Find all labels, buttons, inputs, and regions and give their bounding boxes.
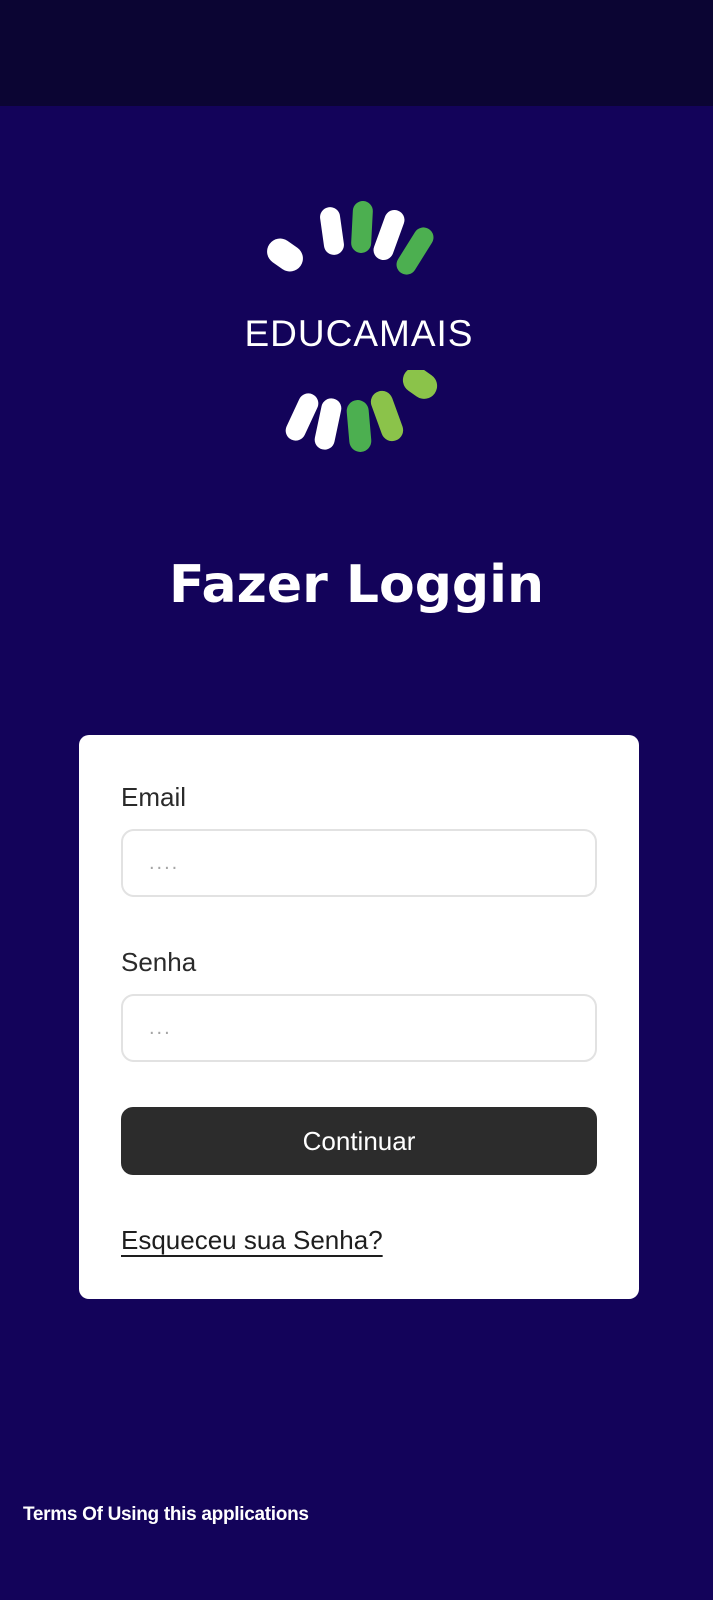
continue-button[interactable]: Continuar: [121, 1107, 597, 1175]
status-bar: [0, 0, 713, 106]
login-card: Email Senha Continuar Esqueceu sua Senha…: [79, 735, 639, 1299]
logo-bottom-marks-icon: [285, 370, 438, 452]
page-title: Fazer Loggin: [169, 555, 544, 615]
logo-text: EDUCAMAIS: [244, 313, 474, 354]
educamais-logo: EDUCAMAIS: [240, 195, 480, 475]
email-label: Email: [121, 782, 187, 812]
logo-top-marks-icon: [267, 201, 434, 275]
password-label: Senha: [121, 947, 197, 977]
forgot-password-link[interactable]: Esqueceu sua Senha?: [121, 1225, 383, 1256]
terms-link[interactable]: Terms Of Using this applications: [23, 1504, 309, 1526]
email-field[interactable]: [121, 829, 597, 897]
password-field[interactable]: [121, 994, 597, 1062]
